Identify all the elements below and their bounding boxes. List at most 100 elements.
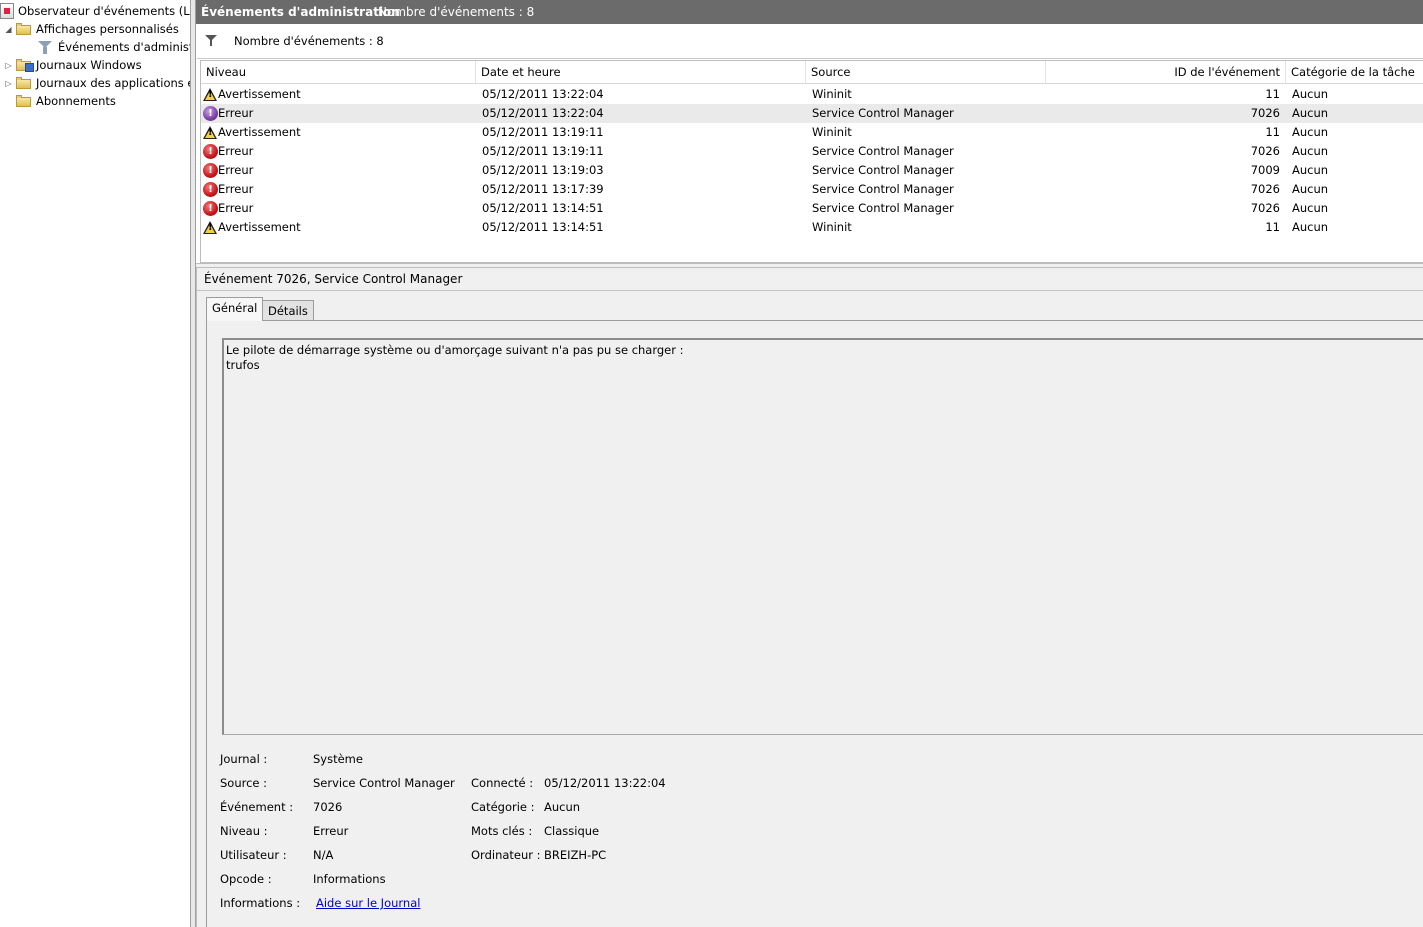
category-cell: Aucun xyxy=(1292,201,1329,215)
filter-icon xyxy=(38,40,52,54)
level-text: Erreur xyxy=(218,144,254,158)
keywords-value: Classique xyxy=(544,824,600,838)
level-text: Avertissement xyxy=(218,220,301,234)
tab-details[interactable]: Détails xyxy=(262,300,314,321)
id-cell: 7026 xyxy=(1250,106,1280,120)
folder-icon xyxy=(16,22,32,36)
journal-value: Système xyxy=(313,752,363,766)
category-cell: Aucun xyxy=(1292,125,1329,139)
table-row[interactable]: ! Avertissement 05/12/2011 13:14:51 Wininit… xyxy=(201,218,1423,237)
id-cell: 11 xyxy=(1265,125,1280,139)
filter-bar: Nombre d'événements : 8 xyxy=(197,26,1423,59)
filter-icon xyxy=(205,35,218,47)
tree-item-app-service-logs[interactable]: ▷ Journaux des applications et xyxy=(4,74,190,92)
description-line: trufos xyxy=(226,358,260,372)
user-label: Utilisateur : xyxy=(220,848,287,862)
logged-value: 05/12/2011 13:22:04 xyxy=(544,776,666,790)
date-cell: 05/12/2011 13:14:51 xyxy=(482,220,604,234)
id-cell: 7026 xyxy=(1250,201,1280,215)
source-cell: Wininit xyxy=(812,125,852,139)
event-id-value: 7026 xyxy=(313,800,343,814)
id-cell: 11 xyxy=(1265,220,1280,234)
journal-label: Journal : xyxy=(220,752,268,766)
column-header-source[interactable]: Source xyxy=(806,61,1046,84)
id-cell: 7026 xyxy=(1250,182,1280,196)
table-row[interactable]: ! Avertissement 05/12/2011 13:19:11 Wininit… xyxy=(201,123,1423,142)
category-cell: Aucun xyxy=(1292,87,1329,101)
general-tab-body: Le pilote de démarrage système ou d'amor… xyxy=(206,320,1423,927)
date-cell: 05/12/2011 13:22:04 xyxy=(482,106,604,120)
date-cell: 05/12/2011 13:14:51 xyxy=(482,201,604,215)
expand-arrow-icon[interactable]: ▷ xyxy=(4,61,13,70)
table-row[interactable]: ! Erreur 05/12/2011 13:17:39 Service Contro… xyxy=(201,180,1423,199)
tree-item-label: Journaux Windows xyxy=(36,58,142,72)
date-cell: 05/12/2011 13:17:39 xyxy=(482,182,604,196)
level-text: Erreur xyxy=(218,201,254,215)
warning-icon: ! xyxy=(203,125,218,140)
tree-item-label: Observateur d'événements (Local) xyxy=(18,4,190,18)
event-log-help-link[interactable]: Aide sur le Journal xyxy=(316,895,420,911)
event-viewer-app-icon xyxy=(0,3,14,19)
level-cell: ! Avertissement xyxy=(201,123,471,142)
category-label: Catégorie : xyxy=(471,800,535,814)
category-cell: Aucun xyxy=(1292,144,1329,158)
table-row[interactable]: ! Avertissement 05/12/2011 13:22:04 Wininit… xyxy=(201,85,1423,104)
source-value: Service Control Manager xyxy=(313,776,455,790)
keywords-label: Mots clés : xyxy=(471,824,533,838)
event-detail-title: Événement 7026, Service Control Manager xyxy=(197,268,1423,291)
event-count: Nombre d'événements : 8 xyxy=(378,5,535,19)
tree-item-label: Événements d'administration xyxy=(58,38,190,56)
date-cell: 05/12/2011 13:22:04 xyxy=(482,87,604,101)
source-cell: Wininit xyxy=(812,220,852,234)
error-icon: ! xyxy=(203,182,218,197)
category-cell: Aucun xyxy=(1292,220,1329,234)
logged-label: Connecté : xyxy=(471,776,534,790)
column-header-date[interactable]: Date et heure xyxy=(476,61,806,84)
column-header-task-category[interactable]: Catégorie de la tâche xyxy=(1286,61,1423,84)
id-cell: 11 xyxy=(1265,87,1280,101)
table-row[interactable]: ! Erreur 05/12/2011 13:19:11 Service Contro… xyxy=(201,142,1423,161)
error-icon: ! xyxy=(203,144,218,159)
tree-item-subscriptions[interactable]: Abonnements xyxy=(16,92,116,110)
subscriptions-icon xyxy=(16,94,32,108)
navigation-tree: Observateur d'événements (Local) ◢ Affic… xyxy=(0,0,190,927)
more-info-label: Informations : xyxy=(220,896,301,910)
tree-item-custom-views[interactable]: ◢ Affichages personnalisés xyxy=(4,20,179,38)
source-label: Source : xyxy=(220,776,268,790)
date-cell: 05/12/2011 13:19:03 xyxy=(482,163,604,177)
tree-item-event-viewer-root[interactable]: Observateur d'événements (Local) xyxy=(0,2,190,20)
column-header-level[interactable]: Niveau xyxy=(201,61,476,84)
event-detail-pane: Événement 7026, Service Control Manager … xyxy=(196,268,1423,927)
level-cell: ! Avertissement xyxy=(201,218,471,237)
table-row[interactable]: ! Erreur 05/12/2011 13:22:04 Service Contro… xyxy=(201,104,1423,123)
category-cell: Aucun xyxy=(1292,106,1329,120)
level-cell: ! Erreur xyxy=(201,199,471,218)
column-header-event-id[interactable]: ID de l'événement xyxy=(1046,61,1286,84)
level-text: Avertissement xyxy=(218,87,301,101)
table-row[interactable]: ! Erreur 05/12/2011 13:14:51 Service Contro… xyxy=(201,199,1423,218)
table-row[interactable]: ! Erreur 05/12/2011 13:19:03 Service Contro… xyxy=(201,161,1423,180)
expand-arrow-icon[interactable]: ▷ xyxy=(4,79,13,88)
source-cell: Service Control Manager xyxy=(812,163,954,177)
computer-value: BREIZH-PC xyxy=(544,848,607,862)
level-cell: ! Erreur xyxy=(201,161,471,180)
error-icon: ! xyxy=(203,201,218,216)
date-cell: 05/12/2011 13:19:11 xyxy=(482,125,604,139)
category-value: Aucun xyxy=(544,800,581,814)
tree-item-windows-logs[interactable]: ▷ Journaux Windows xyxy=(4,56,142,74)
opcode-value: Informations xyxy=(313,872,386,886)
date-cell: 05/12/2011 13:19:11 xyxy=(482,144,604,158)
user-value: N/A xyxy=(313,848,334,862)
tree-item-label: Affichages personnalisés xyxy=(36,22,179,36)
level-text: Erreur xyxy=(218,106,254,120)
opcode-label: Opcode : xyxy=(220,872,272,886)
description-line: Le pilote de démarrage système ou d'amor… xyxy=(226,343,684,357)
event-description[interactable]: Le pilote de démarrage système ou d'amor… xyxy=(222,338,1423,735)
level-text: Erreur xyxy=(218,163,254,177)
source-cell: Service Control Manager xyxy=(812,201,954,215)
collapse-arrow-icon[interactable]: ◢ xyxy=(4,25,13,34)
computer-label: Ordinateur : xyxy=(471,848,541,862)
tree-item-admin-events[interactable]: Événements d'administration xyxy=(38,38,190,56)
tree-item-label: Abonnements xyxy=(36,94,116,108)
tab-general[interactable]: Général xyxy=(206,297,264,321)
